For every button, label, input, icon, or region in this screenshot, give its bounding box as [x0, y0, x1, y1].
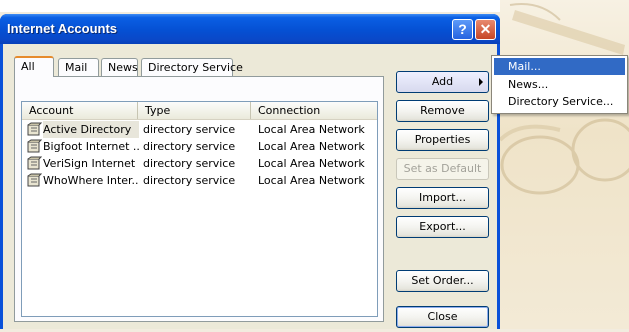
add-button-label: Add [431, 75, 454, 88]
help-button[interactable]: ? [452, 19, 473, 40]
table-row[interactable]: VeriSign Internet ... directory service … [22, 155, 377, 172]
set-as-default-button[interactable]: Set as Default [396, 158, 489, 180]
account-connection: Local Area Network [258, 174, 365, 187]
menu-item-news[interactable]: News... [494, 76, 625, 93]
directory-book-icon [27, 122, 42, 136]
tab-directory-service[interactable]: Directory Service [141, 58, 243, 76]
directory-book-icon [27, 173, 42, 187]
close-window-button[interactable]: ✕ [475, 19, 496, 40]
window-title: Internet Accounts [7, 21, 118, 36]
account-type: directory service [143, 157, 236, 170]
account-connection: Local Area Network [258, 140, 365, 153]
tab-mail[interactable]: Mail [58, 58, 99, 76]
properties-button[interactable]: Properties [396, 129, 489, 151]
accounts-list[interactable]: Account Type Connection Active Directory… [21, 101, 378, 317]
add-account-menu: Mail... News... Directory Service... [491, 55, 628, 114]
account-name: Bigfoot Internet ... [43, 140, 139, 153]
account-name: Active Directory [43, 121, 139, 138]
column-header-account[interactable]: Account [22, 102, 138, 119]
import-button[interactable]: Import... [396, 187, 489, 209]
directory-book-icon [27, 139, 42, 153]
account-type: directory service [143, 140, 236, 153]
menu-item-mail[interactable]: Mail... [494, 58, 625, 75]
close-button[interactable]: Close [396, 306, 489, 328]
list-header: Account Type Connection [22, 102, 377, 120]
account-connection: Local Area Network [258, 157, 365, 170]
set-order-button[interactable]: Set Order... [396, 270, 489, 292]
directory-book-icon [27, 156, 42, 170]
menu-item-directory-service[interactable]: Directory Service... [494, 93, 625, 110]
wallpaper-pen-glasses-illustration [498, 3, 629, 195]
add-button[interactable]: Add [396, 71, 489, 93]
column-header-type[interactable]: Type [138, 102, 251, 119]
column-header-connection[interactable]: Connection [251, 102, 377, 119]
table-row[interactable]: Active Directory directory service Local… [22, 121, 377, 138]
table-row[interactable]: WhoWhere Inter... directory service Loca… [22, 172, 377, 189]
dialog-body: All Mail News Directory Service Account … [3, 44, 497, 329]
internet-accounts-window: Internet Accounts ? ✕ All Mail News Dire… [0, 14, 500, 329]
table-row[interactable]: Bigfoot Internet ... directory service L… [22, 138, 377, 155]
title-bar[interactable]: Internet Accounts ? ✕ [0, 14, 500, 44]
account-name: WhoWhere Inter... [43, 174, 139, 187]
remove-button[interactable]: Remove [396, 100, 489, 122]
submenu-arrow-icon [479, 78, 483, 86]
tab-news[interactable]: News [101, 58, 138, 76]
export-button[interactable]: Export... [396, 216, 489, 238]
desktop-wallpaper [498, 0, 629, 329]
tab-panel: Account Type Connection Active Directory… [14, 76, 384, 322]
account-type: directory service [143, 123, 236, 136]
account-type: directory service [143, 174, 236, 187]
account-connection: Local Area Network [258, 123, 365, 136]
tab-all[interactable]: All [14, 56, 54, 77]
account-name: VeriSign Internet ... [43, 157, 139, 170]
